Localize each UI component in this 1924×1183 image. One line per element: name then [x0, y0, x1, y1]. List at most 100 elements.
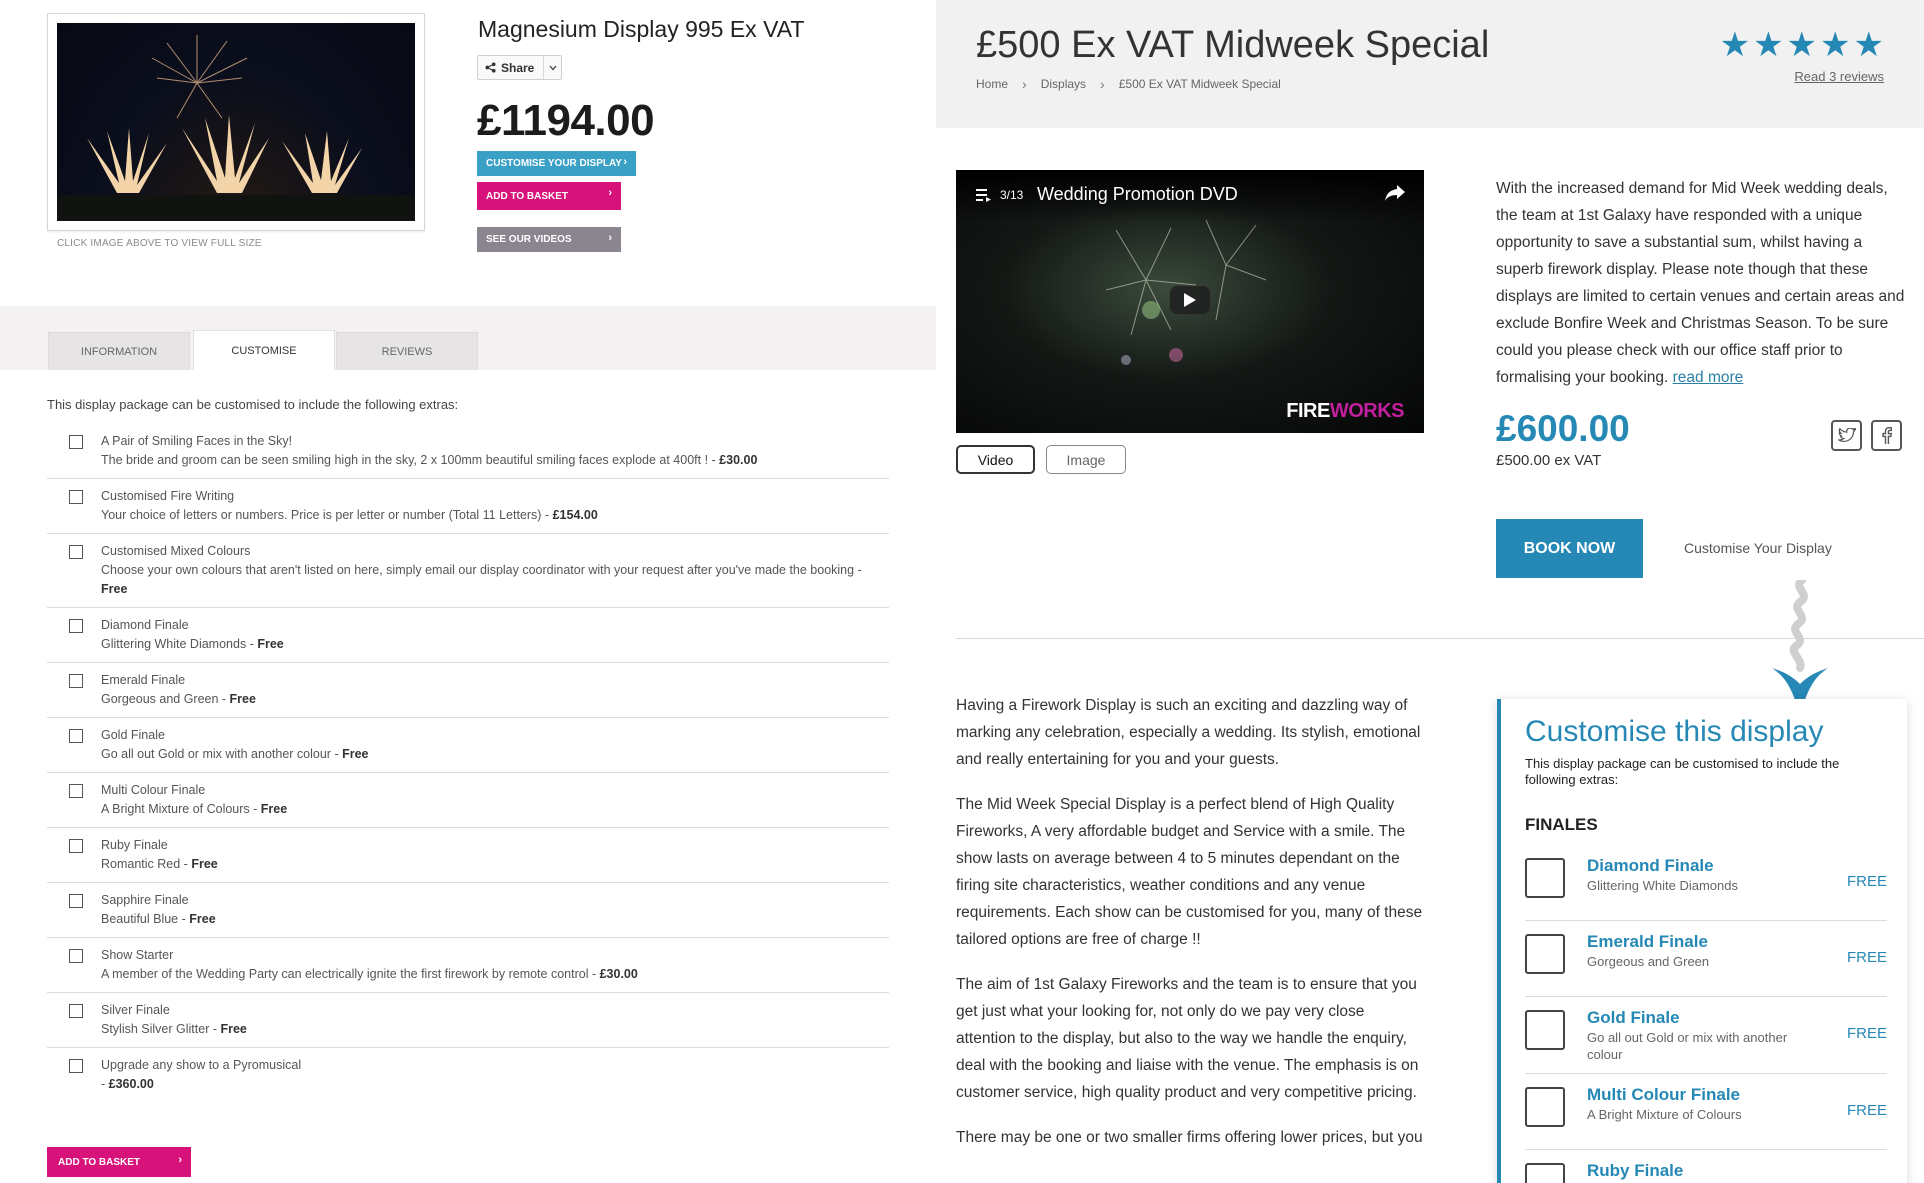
extra-option-desc: Your choice of letters or numbers. Price…	[101, 508, 553, 522]
playlist-button[interactable]: 3/13	[976, 188, 1023, 202]
rating-stars: ★ ★ ★ ★ ★	[1720, 28, 1884, 62]
extra-option-details: - £360.00	[101, 1075, 889, 1094]
breadcrumb-displays[interactable]: Displays	[1041, 77, 1086, 91]
share-label: Share	[501, 60, 535, 75]
left-product-page: CLICK IMAGE ABOVE TO VIEW FULL SIZE Magn…	[0, 0, 936, 1183]
product-image-frame[interactable]	[47, 13, 425, 231]
finale-option-price: FREE	[1846, 949, 1887, 966]
extra-option-details: A member of the Wedding Party can electr…	[101, 965, 889, 984]
chevron-right-icon: ›	[1100, 76, 1105, 92]
video-tab-button[interactable]: Video	[956, 445, 1035, 474]
chevron-right-icon: ›	[608, 187, 612, 199]
extra-option-checkbox[interactable]	[69, 1059, 83, 1073]
chevron-right-icon: ›	[178, 1154, 182, 1166]
extra-option-desc: Gorgeous and Green -	[101, 692, 230, 706]
twitter-icon[interactable]	[1831, 420, 1862, 451]
customise-panel: Customise this display This display pack…	[1497, 699, 1907, 1183]
logo-part-works: WORKS	[1329, 400, 1405, 422]
see-videos-button[interactable]: SEE OUR VIDEOS ›	[477, 227, 621, 252]
extra-option-checkbox[interactable]	[69, 1004, 83, 1018]
extra-option-details: Glittering White Diamonds - Free	[101, 635, 889, 654]
facebook-icon[interactable]	[1871, 420, 1902, 451]
play-button[interactable]	[1170, 286, 1210, 314]
product-price: £1194.00	[477, 96, 655, 145]
extra-option-price: Free	[260, 802, 288, 816]
extra-option-price: Free	[191, 857, 218, 871]
extra-option-details: The bride and groom can be seen smiling …	[101, 451, 889, 470]
finales-heading: FINALES	[1525, 815, 1598, 834]
extra-option-checkbox[interactable]	[69, 619, 83, 633]
video-title[interactable]: Wedding Promotion DVD	[1037, 184, 1238, 205]
finale-option-desc: Gorgeous and Green	[1587, 954, 1710, 969]
breadcrumb-home[interactable]: Home	[976, 77, 1008, 91]
extra-option-checkbox[interactable]	[69, 545, 83, 559]
logo-part-fire: FIRE	[1286, 400, 1330, 422]
finale-option-row: Gold Finale Go all out Gold or mix with a…	[1525, 997, 1887, 1074]
extra-option-details: Go all out Gold or mix with another colo…	[101, 745, 889, 764]
extra-option-row: Upgrade any show to a Pyromusical - £360.…	[47, 1048, 889, 1102]
video-player[interactable]: 3/13 Wedding Promotion DVD FIREWORKS	[956, 170, 1424, 433]
star-icon: ★	[1719, 26, 1751, 64]
image-note: CLICK IMAGE ABOVE TO VIEW FULL SIZE	[57, 238, 262, 249]
read-reviews-link[interactable]: Read 3 reviews	[1794, 69, 1884, 84]
extra-option-name: Customised Mixed Colours	[101, 544, 251, 558]
extra-option-checkbox[interactable]	[69, 839, 83, 853]
chevron-down-icon[interactable]	[543, 56, 561, 79]
customise-display-label: CUSTOMISE YOUR DISPLAY	[486, 158, 622, 169]
breadcrumb: Home › Displays › £500 Ex VAT Midweek Sp…	[976, 76, 1281, 92]
finale-option-name: Emerald Finale	[1587, 932, 1708, 951]
add-to-basket-bottom-button[interactable]: ADD TO BASKET ›	[47, 1147, 191, 1177]
read-more-link[interactable]: read more	[1673, 369, 1744, 386]
finale-option-name: Diamond Finale	[1587, 856, 1714, 875]
body-text: Having a Firework Display is such an exc…	[956, 692, 1426, 1169]
customise-panel-title: Customise this display	[1525, 715, 1824, 748]
add-to-basket-label: ADD TO BASKET	[486, 190, 569, 202]
finale-option-checkbox[interactable]	[1525, 1163, 1565, 1183]
extra-option-price: Free	[342, 747, 369, 761]
finale-option-checkbox[interactable]	[1525, 1010, 1565, 1050]
extra-option-price: £360.00	[108, 1077, 154, 1091]
extra-option-row: Customised Fire Writing Your choice of le…	[47, 479, 889, 534]
finale-option-checkbox[interactable]	[1525, 858, 1565, 898]
extra-option-details: Gorgeous and Green - Free	[101, 690, 889, 709]
extra-option-checkbox[interactable]	[69, 674, 83, 688]
extra-option-checkbox[interactable]	[69, 729, 83, 743]
extra-option-price: Free	[257, 637, 284, 651]
hero-band: £500 Ex VAT Midweek Special Home › Displ…	[936, 0, 1924, 128]
extra-option-row: A Pair of Smiling Faces in the Sky! The b…	[47, 424, 889, 479]
star-icon: ★	[1820, 26, 1851, 64]
body-paragraph: The Mid Week Special Display is a perfec…	[956, 796, 1423, 948]
finale-option-row: Multi Colour Finale A Bright Mixture of C…	[1525, 1074, 1887, 1150]
right-product-page: £500 Ex VAT Midweek Special Home › Displ…	[936, 0, 1924, 1183]
breadcrumb-current: £500 Ex VAT Midweek Special	[1118, 77, 1281, 91]
book-now-button[interactable]: BOOK NOW	[1496, 519, 1643, 578]
finale-option-checkbox[interactable]	[1525, 934, 1565, 974]
image-tab-button[interactable]: Image	[1046, 445, 1126, 474]
tab-customise[interactable]: CUSTOMISE	[193, 330, 335, 370]
share-button[interactable]: Share	[477, 55, 562, 80]
extra-option-checkbox[interactable]	[69, 894, 83, 908]
page-title: £500 Ex VAT Midweek Special	[976, 24, 1490, 66]
video-share-icon[interactable]	[1384, 184, 1406, 208]
extra-option-checkbox[interactable]	[69, 490, 83, 504]
extra-option-desc: Beautiful Blue -	[101, 912, 190, 926]
extra-option-checkbox[interactable]	[69, 784, 83, 798]
extra-option-price: £154.00	[552, 508, 598, 522]
extra-option-desc: Glittering White Diamonds -	[101, 637, 258, 651]
extra-option-checkbox[interactable]	[69, 949, 83, 963]
extra-option-name: Gold Finale	[101, 728, 165, 742]
finale-option-checkbox[interactable]	[1525, 1087, 1565, 1127]
add-to-basket-button[interactable]: ADD TO BASKET ›	[477, 182, 621, 210]
product-image[interactable]	[57, 23, 415, 221]
finale-option-price: FREE	[1846, 873, 1887, 890]
extra-option-checkbox[interactable]	[69, 435, 83, 449]
star-icon: ★	[1853, 26, 1884, 64]
extra-option-details: Romantic Red - Free	[101, 855, 889, 874]
play-icon	[1184, 293, 1196, 307]
tab-information[interactable]: INFORMATION	[48, 332, 190, 370]
fireworks-image	[57, 35, 415, 221]
tab-reviews[interactable]: REVIEWS	[336, 332, 478, 370]
customise-display-button[interactable]: CUSTOMISE YOUR DISPLAY ›	[477, 151, 636, 176]
customise-display-link[interactable]: Customise Your Display	[1684, 540, 1832, 556]
extra-option-details: Beautiful Blue - Free	[101, 910, 889, 929]
